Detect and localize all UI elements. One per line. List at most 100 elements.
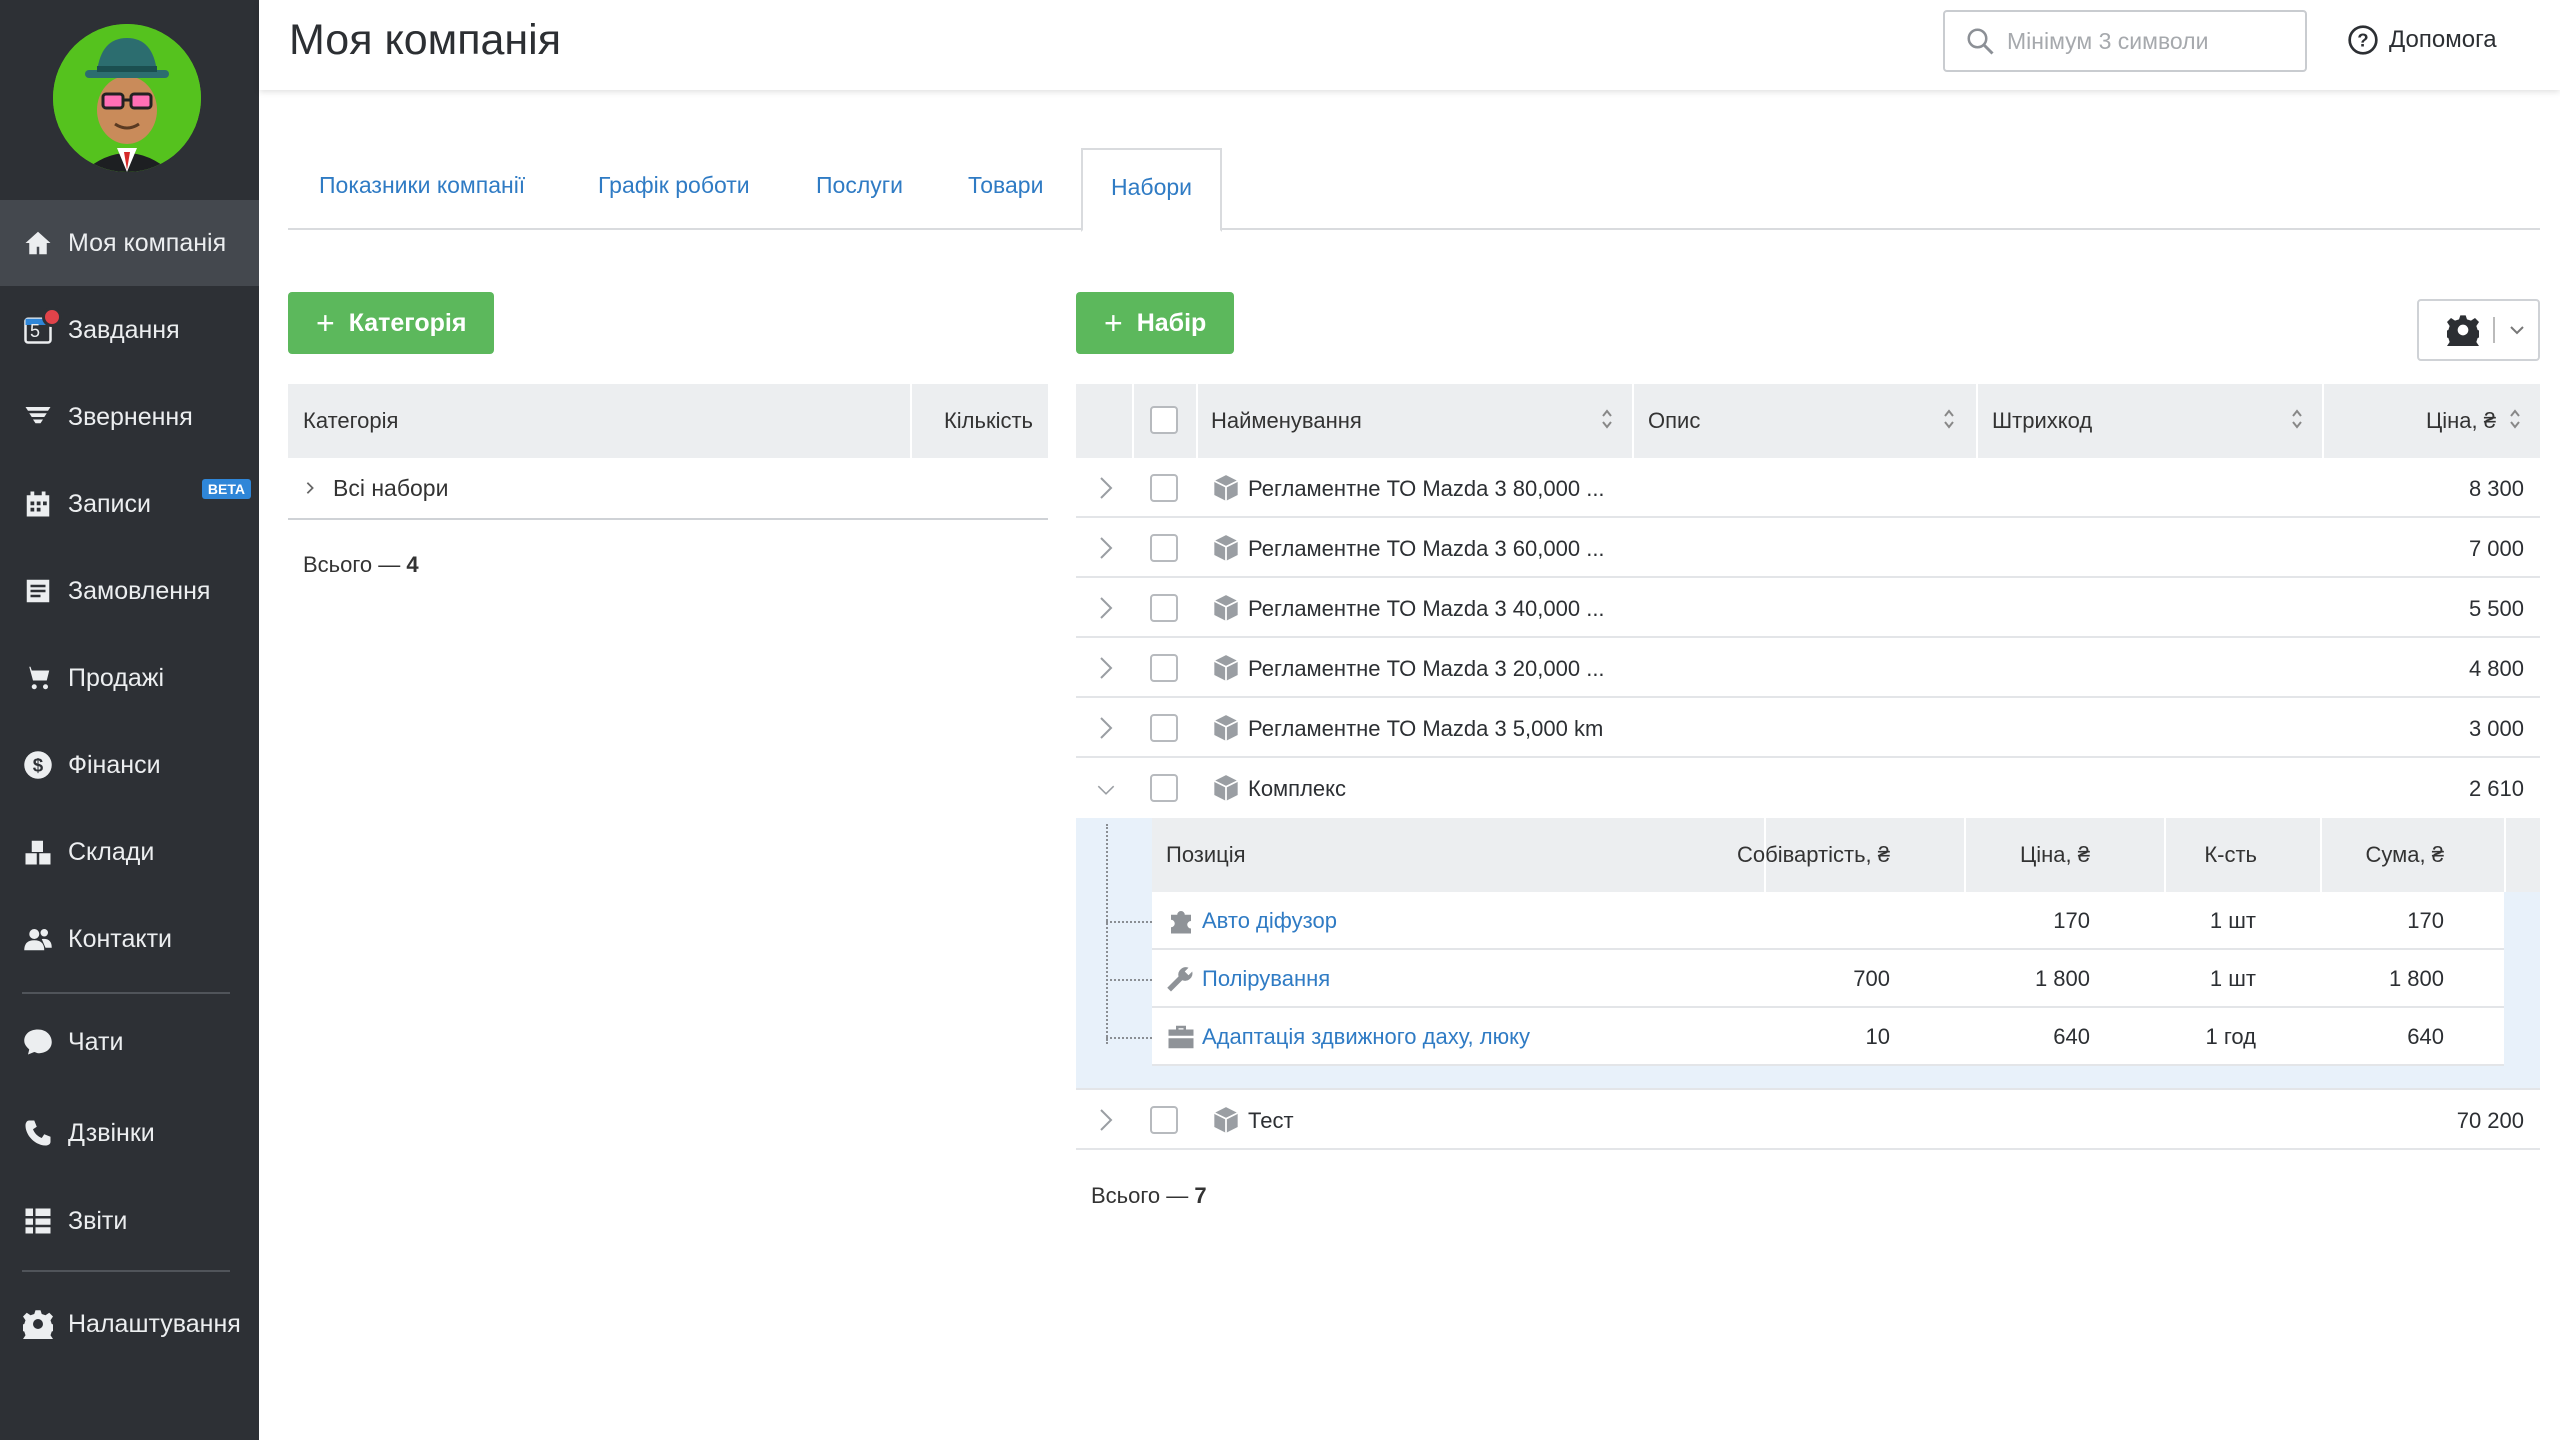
- column-barcode[interactable]: Штрихкод: [1992, 408, 2092, 434]
- sidebar-item-settings[interactable]: Налаштування: [0, 1281, 259, 1367]
- sidebar-item-label: Склади: [68, 837, 155, 866]
- package-icon: [1213, 775, 1239, 801]
- position-link[interactable]: Адаптація здвижного даху, люку: [1202, 1024, 1530, 1050]
- column-sub-price: Ціна, ₴: [2019, 842, 2090, 867]
- help-icon: ?: [2348, 25, 2378, 55]
- warehouse-icon: [22, 836, 54, 868]
- column-divider: [2504, 818, 2506, 892]
- tab-sets[interactable]: Набори: [1081, 148, 1223, 232]
- sort-icon[interactable]: [1600, 406, 1614, 432]
- position-price: 1 800: [2034, 966, 2090, 991]
- help-label: Допомога: [2389, 26, 2497, 53]
- package-icon: [1213, 595, 1239, 621]
- table-row[interactable]: Регламентне ТО Mazda 3 60,000 ... 7 000: [1076, 518, 2540, 578]
- column-count: Кількість: [943, 408, 1033, 433]
- tab-company-indicators[interactable]: Показники компанії: [319, 172, 525, 199]
- row-checkbox[interactable]: [1150, 1106, 1178, 1134]
- set-price: 2 610: [2468, 776, 2524, 801]
- position-sum: 170: [2407, 908, 2444, 933]
- table-row[interactable]: Регламентне ТО Mazda 3 80,000 ... 8 300: [1076, 458, 2540, 518]
- position-price: 170: [2053, 908, 2090, 933]
- chevron-right-icon[interactable]: [1096, 715, 1116, 741]
- table-row-expanded[interactable]: Комплекс 2 610: [1076, 758, 2540, 818]
- tab-goods[interactable]: Товари: [968, 172, 1043, 199]
- column-divider: [1964, 818, 1966, 892]
- chevron-right-icon[interactable]: [1096, 655, 1116, 681]
- row-checkbox[interactable]: [1150, 714, 1178, 742]
- row-checkbox[interactable]: [1150, 654, 1178, 682]
- row-checkbox[interactable]: [1150, 534, 1178, 562]
- column-divider: [1196, 384, 1198, 458]
- beta-badge: BETA: [201, 479, 251, 499]
- tree-line: [1106, 921, 1152, 923]
- sets-total: Всього — 7: [1091, 1183, 1207, 1209]
- sidebar-item-contacts[interactable]: Контакти: [0, 896, 259, 982]
- table-row[interactable]: Регламентне ТО Mazda 3 5,000 km 3 000: [1076, 698, 2540, 758]
- position-row[interactable]: Адаптація здвижного даху, люку 10 640 1 …: [1152, 1008, 2504, 1066]
- position-link[interactable]: Полірування: [1202, 966, 1330, 992]
- funnel-icon: [22, 401, 54, 433]
- position-qty: 1 шт: [2209, 908, 2256, 933]
- sidebar-item-label: Звернення: [68, 402, 193, 431]
- sidebar-item-finance[interactable]: $ Фінанси: [0, 722, 259, 808]
- sort-icon[interactable]: [2290, 406, 2304, 432]
- column-sum: Сума, ₴: [2365, 842, 2444, 867]
- column-description[interactable]: Опис: [1648, 408, 1700, 434]
- column-cost: Собівартість, ₴: [1736, 842, 1890, 867]
- table-row[interactable]: Регламентне ТО Mazda 3 40,000 ... 5 500: [1076, 578, 2540, 638]
- sidebar-divider: [22, 1270, 230, 1272]
- add-category-button[interactable]: + Категорія: [288, 292, 495, 354]
- search-input[interactable]: [2007, 27, 2287, 55]
- sidebar-item-chats[interactable]: Чати: [0, 999, 259, 1085]
- chevron-right-icon[interactable]: [1096, 475, 1116, 501]
- set-name: Регламентне ТО Mazda 3 40,000 ...: [1248, 596, 1605, 621]
- help-link[interactable]: ? Допомога: [2347, 24, 2497, 56]
- column-price[interactable]: Ціна, ₴: [2426, 408, 2496, 434]
- chevron-right-icon[interactable]: [1096, 535, 1116, 561]
- tab-work-schedule[interactable]: Графік роботи: [598, 172, 750, 199]
- total-value: 7: [1194, 1183, 1207, 1208]
- chevron-right-icon[interactable]: [1096, 595, 1116, 621]
- table-row[interactable]: Тест 70 200: [1076, 1088, 2540, 1150]
- row-checkbox[interactable]: [1150, 774, 1178, 802]
- row-checkbox[interactable]: [1150, 594, 1178, 622]
- sidebar-item-label: Записи: [68, 489, 151, 518]
- chevron-right-icon[interactable]: [303, 481, 317, 495]
- sort-icon[interactable]: [1942, 406, 1956, 432]
- sidebar-item-label: Замовлення: [68, 576, 211, 605]
- category-row-all-sets[interactable]: Всі набори: [288, 458, 1048, 520]
- table-settings-button[interactable]: [2417, 299, 2540, 361]
- position-row[interactable]: Авто дiфузор 170 1 шт 170: [1152, 892, 2504, 950]
- column-name[interactable]: Найменування: [1211, 408, 1362, 434]
- sidebar-item-records[interactable]: Записи BETA: [0, 461, 259, 547]
- sidebar-item-reports[interactable]: Звіти: [0, 1178, 259, 1264]
- sidebar-item-label: Продажі: [68, 663, 164, 692]
- sidebar-item-tasks[interactable]: 5 Завдання: [0, 287, 259, 373]
- sort-icon[interactable]: [2508, 406, 2522, 432]
- total-value: 4: [406, 552, 419, 577]
- add-set-button[interactable]: + Набір: [1076, 292, 1235, 354]
- package-icon: [1213, 535, 1239, 561]
- table-row[interactable]: Регламентне ТО Mazda 3 20,000 ... 4 800: [1076, 638, 2540, 698]
- sidebar-item-orders[interactable]: Замовлення: [0, 548, 259, 634]
- sidebar-item-sales[interactable]: Продажі: [0, 635, 259, 721]
- sidebar-item-requests[interactable]: Звернення: [0, 374, 259, 460]
- row-checkbox[interactable]: [1150, 474, 1178, 502]
- sidebar-item-warehouses[interactable]: Склади: [0, 809, 259, 895]
- position-link[interactable]: Авто дiфузор: [1202, 908, 1337, 934]
- add-set-label: Набір: [1136, 308, 1207, 337]
- avatar[interactable]: [53, 24, 201, 172]
- chevron-right-icon[interactable]: [1096, 1107, 1116, 1133]
- chevron-down-icon[interactable]: [1096, 777, 1116, 803]
- search-box[interactable]: [1943, 10, 2307, 72]
- select-all-checkbox[interactable]: [1150, 406, 1178, 434]
- tabs-bar: Показники компанії Графік роботи Послуги…: [288, 148, 2540, 232]
- briefcase-icon: [1168, 1025, 1194, 1049]
- sidebar-item-calls[interactable]: Дзвінки: [0, 1090, 259, 1176]
- sidebar-item-my-company[interactable]: Моя компанія: [0, 200, 259, 286]
- set-name: Комплекс: [1248, 776, 1347, 801]
- position-row[interactable]: Полірування 700 1 800 1 шт 1 800: [1152, 950, 2504, 1008]
- sidebar-item-label: Налаштування: [68, 1309, 241, 1338]
- tab-services[interactable]: Послуги: [816, 172, 903, 199]
- column-position: Позиція: [1166, 842, 1246, 867]
